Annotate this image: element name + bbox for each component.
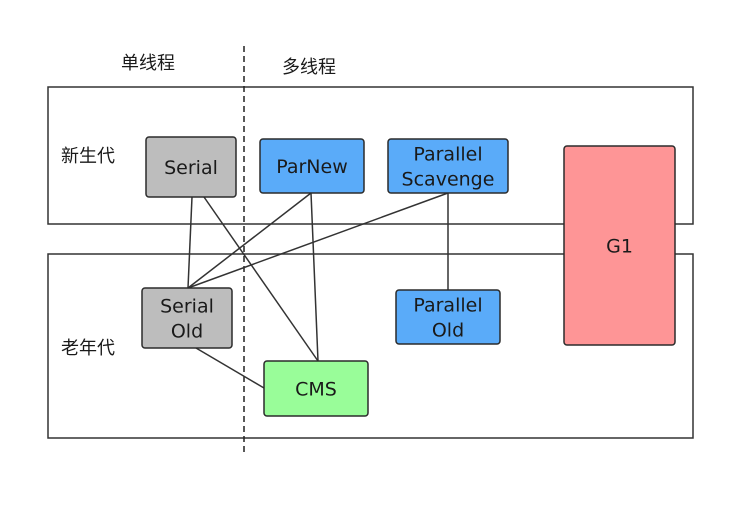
node-serial-old-label-1: Serial (160, 296, 214, 318)
node-cms-label-1: CMS (295, 379, 337, 401)
multi-thread-header: 多线程 (282, 57, 336, 78)
collector-nodes: Serial ParNewParallelScavengeSerialOldPar… (141, 136, 676, 417)
node-parallel-old-label-2: Old (432, 320, 464, 342)
edge-parallel-scavenge-to-serial-old (187, 192, 449, 289)
young-generation-label: 新生代 (61, 146, 115, 167)
gc-collectors-diagram: 单线程 多线程 新生代 老年代 Serial ParNew Parallel Scav… (0, 0, 755, 517)
node-parallel-scavenge-label-1: Parallel (413, 144, 482, 166)
node-parallel-scavenge-label-2: Scavenge (402, 169, 495, 191)
old-generation-label: 老年代 (61, 338, 115, 359)
diagram-canvas: 单线程 多线程 新生代 老年代 Serial ParNew Parallel Scav… (47, 46, 694, 456)
node-serial-old-label-2: Old (171, 321, 203, 343)
node-parnew: ParNew (259, 138, 365, 194)
node-parnew-label-1: ParNew (276, 156, 348, 178)
edge-serial-to-serial-old (187, 196, 193, 289)
node-parallel-old-label-1: Parallel (413, 295, 482, 317)
single-thread-header: 单线程 (121, 53, 175, 74)
edge-parnew-to-serial-old (187, 192, 312, 289)
node-parallel-scavenge: Parallel Scavenge (387, 138, 509, 194)
node-g1-label-1: G1 (606, 236, 633, 258)
node-serial-old: Serial Old (141, 287, 233, 349)
edge-parnew-to-cms (310, 192, 319, 362)
node-serial-label-1: Serial (164, 157, 218, 179)
node-serial: Serial (145, 136, 237, 198)
node-g1: G1 (563, 145, 676, 346)
edge-serial-old-to-cms (195, 347, 265, 389)
node-cms: CMS (263, 360, 369, 417)
node-parallel-old: Parallel Old (395, 289, 501, 345)
